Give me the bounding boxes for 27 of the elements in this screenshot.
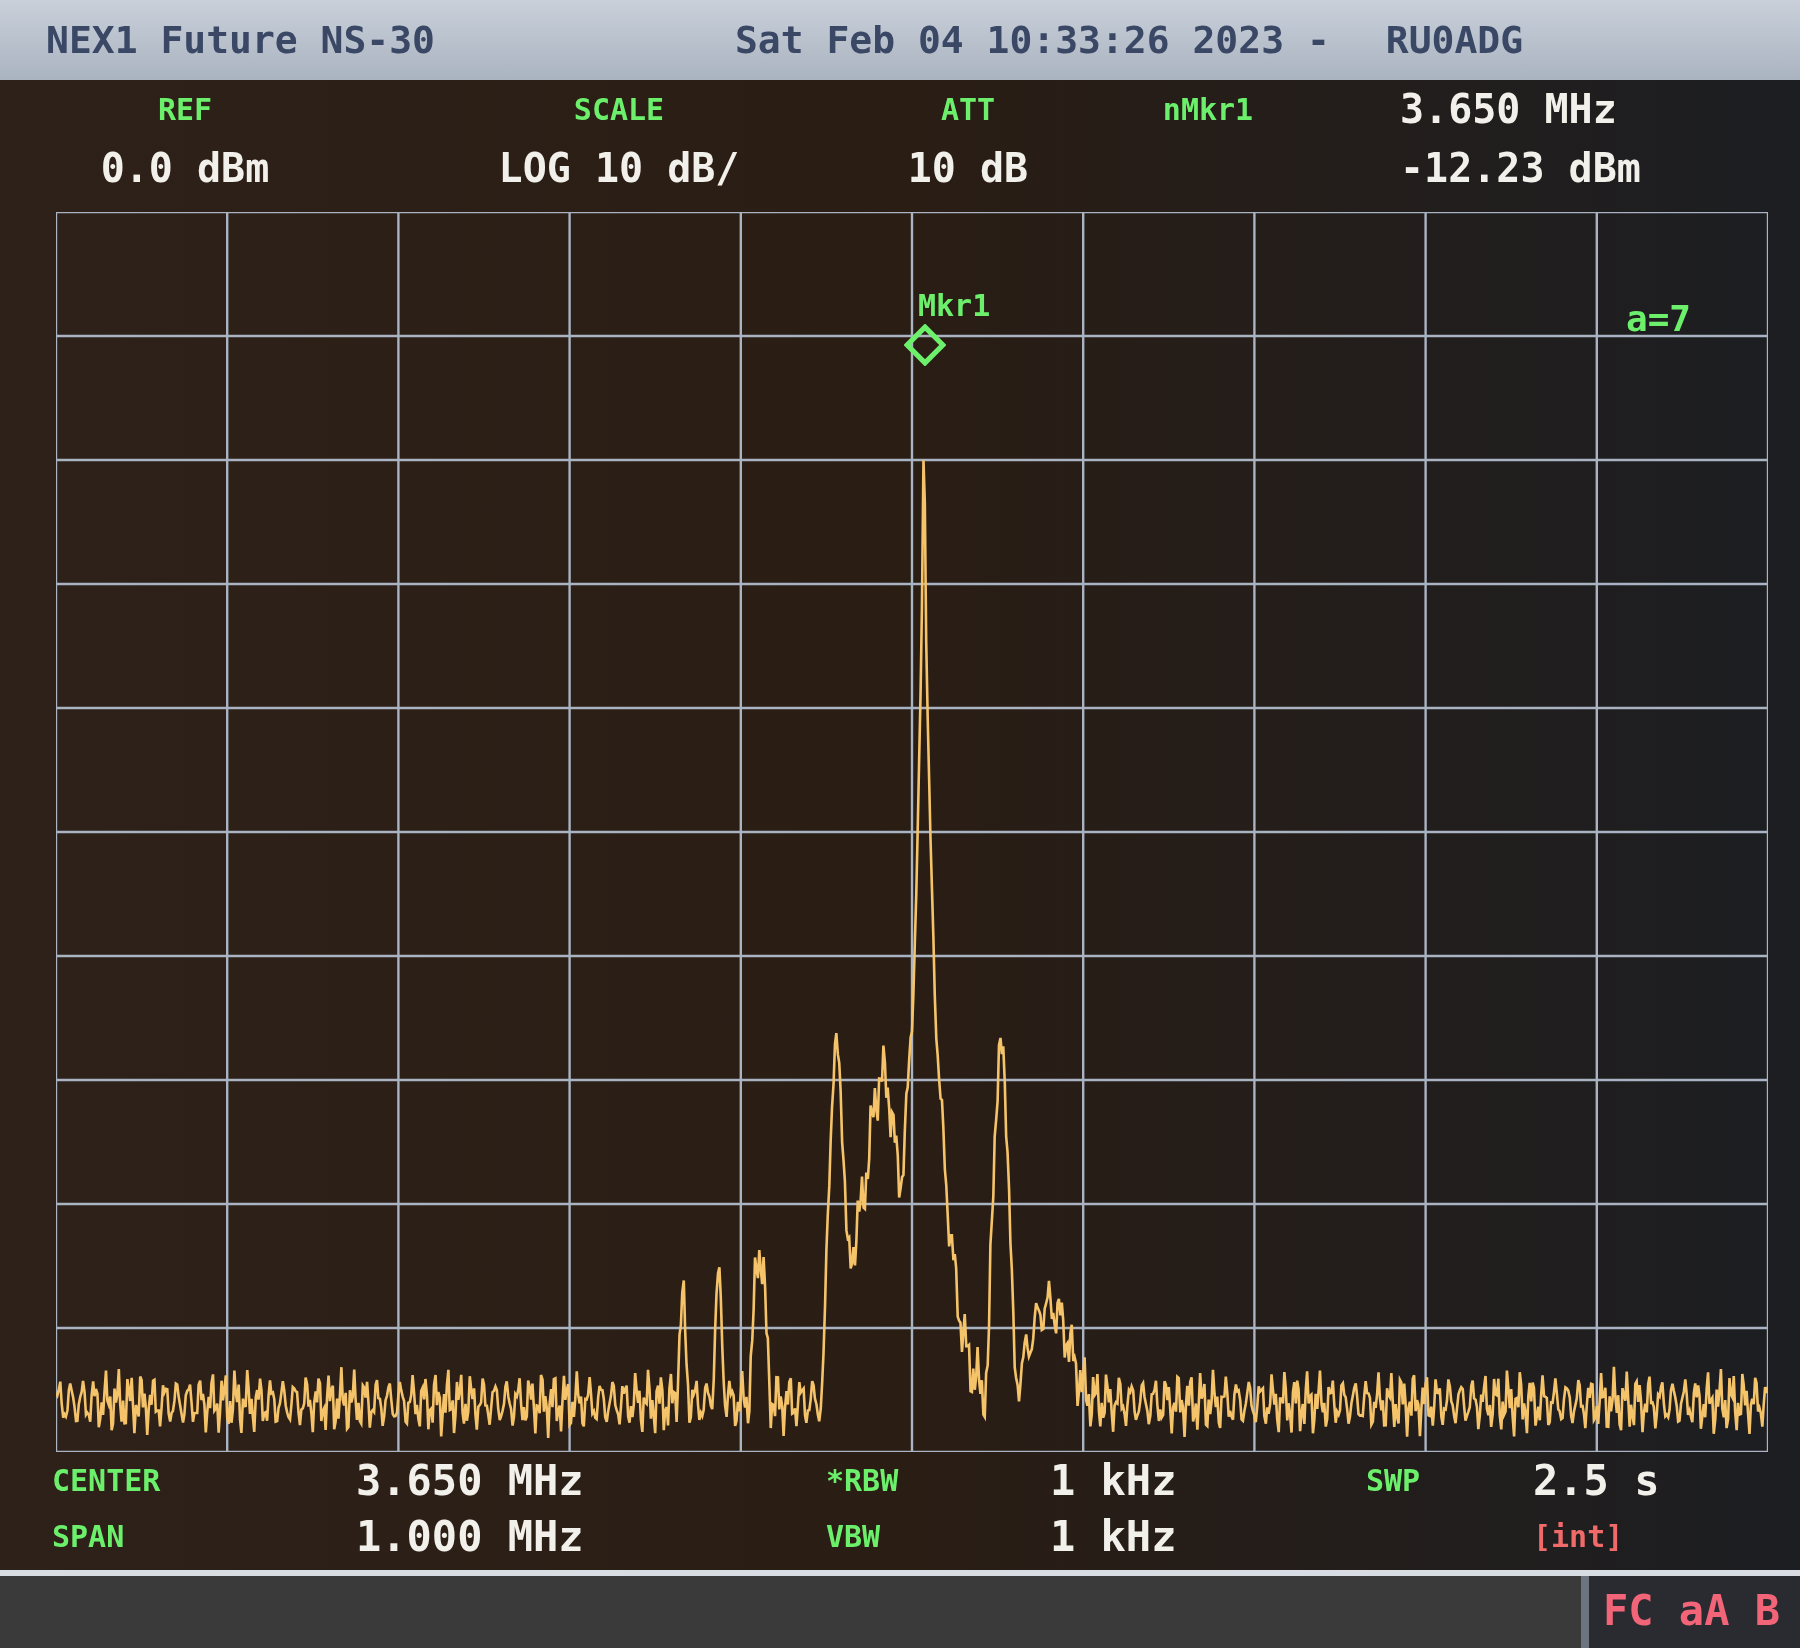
callsign: RU0ADG bbox=[1385, 18, 1524, 62]
readout-label: SWP bbox=[1366, 1462, 1422, 1498]
averaging-count: a=7 bbox=[1626, 298, 1692, 339]
readout-label: ATT bbox=[939, 91, 997, 127]
readout-value: 1 kHz bbox=[1050, 1455, 1178, 1505]
readout-value: 3.650 MHz bbox=[356, 1455, 585, 1505]
sweep-mode: [int] bbox=[1533, 1518, 1625, 1554]
instrument-model: NEX1 Future NS-30 bbox=[46, 18, 435, 62]
readout-value: LOG 10 dB/ bbox=[497, 145, 741, 191]
readout-label: REF bbox=[156, 91, 214, 127]
marker-name: Mkr1 bbox=[918, 288, 991, 323]
readout-label: SCALE bbox=[572, 91, 666, 127]
readout-label: CENTER bbox=[52, 1462, 162, 1498]
status-indicators: FC aA B bbox=[1581, 1576, 1800, 1648]
readout-label: VBW bbox=[826, 1518, 882, 1554]
marker-amplitude: -12.23 dBm bbox=[1400, 145, 1642, 191]
marker-label: nMkr1 bbox=[1161, 91, 1255, 127]
diamond-marker-icon bbox=[904, 324, 946, 366]
readout-value: 1 kHz bbox=[1050, 1511, 1178, 1561]
readout-value: 1.000 MHz bbox=[356, 1511, 585, 1561]
timestamp: Sat Feb 04 10:33:26 2023 - bbox=[734, 18, 1330, 62]
readout-label: SPAN bbox=[52, 1518, 126, 1554]
readout-value: 10 dB bbox=[906, 145, 1030, 191]
readout-value: 0.0 dBm bbox=[99, 145, 271, 191]
readout-value: 2.5 s bbox=[1533, 1455, 1661, 1505]
readout-label: *RBW bbox=[826, 1462, 900, 1498]
marker-frequency: 3.650 MHz bbox=[1400, 86, 1618, 132]
